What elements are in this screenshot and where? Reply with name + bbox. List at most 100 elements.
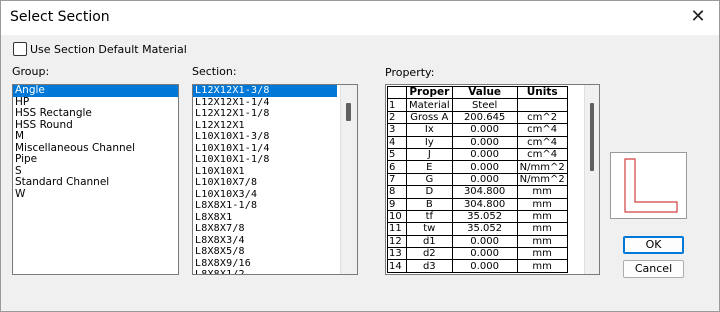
- row-number-cell: 9: [387, 197, 407, 211]
- table-cell: 0.000: [451, 147, 518, 162]
- table-row[interactable]: 11 tw 35.052 mm: [387, 222, 568, 236]
- corner-cell: [387, 85, 407, 100]
- section-list-item[interactable]: L8X8X7/8: [193, 223, 357, 235]
- checkbox-box[interactable]: [13, 42, 27, 56]
- section-list-item[interactable]: L8X8X9/16: [193, 258, 357, 270]
- section-list-item[interactable]: L8X8X1-1/8: [193, 200, 357, 212]
- table-row[interactable]: 5 J 0.000 cm^4: [387, 147, 568, 162]
- section-list-item[interactable]: L10X10X3/4: [193, 189, 357, 201]
- table-cell: tw: [406, 222, 453, 236]
- table-cell: 0.000: [451, 172, 518, 187]
- section-list-item[interactable]: L12X12X1-3/8: [193, 85, 337, 97]
- group-list-item[interactable]: HSS Rectangle: [13, 107, 178, 120]
- column-header: Units: [516, 85, 568, 100]
- section-listbox[interactable]: L12X12X1-3/8 L12X12X1-1/4 L12X12X1-1/8 L12X…: [192, 84, 358, 275]
- group-list-item[interactable]: M: [13, 130, 178, 143]
- section-list-item[interactable]: L10X10X1-1/4: [193, 143, 357, 155]
- group-list-item[interactable]: Pipe: [13, 153, 178, 166]
- table-cell: 0.000: [451, 259, 518, 273]
- table-header-row: Proper Value Units: [387, 85, 568, 100]
- column-header: Value: [451, 85, 518, 100]
- table-cell: N/mm^2: [516, 172, 568, 187]
- table-cell: 304.800: [451, 197, 518, 211]
- title-bar: Select Section ✕: [1, 1, 719, 35]
- group-list-item[interactable]: W: [13, 188, 178, 201]
- table-cell: 0.000: [451, 123, 518, 137]
- table-cell: 0.000: [451, 247, 518, 261]
- section-list-item[interactable]: L8X8X5/8: [193, 246, 357, 258]
- table-row[interactable]: 7 G 0.000 N/mm^2: [387, 172, 568, 187]
- group-list-item[interactable]: Standard Channel: [13, 176, 178, 189]
- table-row[interactable]: 14 d3 0.000 mm: [387, 259, 568, 273]
- table-cell: Material: [406, 98, 453, 112]
- group-listbox[interactable]: Angle HP HSS Rectangle HSS Round M Miscellane…: [12, 84, 179, 275]
- table-row[interactable]: 4 Iy 0.000 cm^4: [387, 135, 568, 149]
- section-scroll-thumb[interactable]: [346, 103, 351, 121]
- table-row[interactable]: 3 Ix 0.000 cm^4: [387, 123, 568, 137]
- table-cell: 35.052: [451, 222, 518, 236]
- section-label: Section:: [192, 65, 237, 78]
- section-list-item[interactable]: L10X10X1: [193, 166, 357, 178]
- table-row[interactable]: 6 E 0.000 N/mm^2: [387, 160, 568, 174]
- table-row[interactable]: 2 Gross A 200.645 cm^2: [387, 110, 568, 125]
- table-cell: d1: [406, 234, 453, 249]
- group-label: Group:: [12, 65, 50, 78]
- section-list-item[interactable]: L8X8X1/2: [193, 269, 357, 274]
- table-cell: cm^4: [516, 147, 568, 162]
- default-material-label: Use Section Default Material: [30, 42, 187, 56]
- table-row[interactable]: 10 tf 35.052 mm: [387, 209, 568, 224]
- row-number-cell: 6: [387, 160, 407, 174]
- table-cell: cm^2: [516, 110, 568, 125]
- column-header: Proper: [406, 85, 453, 100]
- section-list-item[interactable]: L8X8X3/4: [193, 235, 357, 247]
- select-section-dialog: Select Section ✕ Use Section Default Mat…: [0, 0, 720, 312]
- table-cell: mm: [516, 197, 568, 211]
- table-row[interactable]: 13 d2 0.000 mm: [387, 247, 568, 261]
- section-list-item[interactable]: L8X8X1: [193, 212, 357, 224]
- table-row[interactable]: 9 B 304.800 mm: [387, 197, 568, 211]
- section-list-item[interactable]: L10X10X1-1/8: [193, 154, 357, 166]
- cancel-button[interactable]: Cancel: [623, 260, 684, 278]
- table-cell: 0.000: [451, 234, 518, 249]
- table-cell: cm^4: [516, 123, 568, 137]
- table-cell: G: [406, 172, 453, 187]
- table-row[interactable]: 1 Material Steel: [387, 98, 568, 112]
- group-list-item[interactable]: HSS Round: [13, 119, 178, 132]
- table-row[interactable]: 8 D 304.800 mm: [387, 185, 568, 199]
- section-list-item[interactable]: L10X10X7/8: [193, 177, 357, 189]
- row-number-cell: 11: [387, 222, 407, 236]
- group-list-item[interactable]: Angle: [13, 85, 178, 97]
- section-list-item[interactable]: L12X12X1-1/4: [193, 97, 357, 109]
- property-scroll-thumb[interactable]: [590, 103, 594, 171]
- property-grid[interactable]: Proper Value Units 1 Material Steel 2 Gross A 20…: [385, 84, 600, 275]
- property-label: Property:: [385, 66, 435, 79]
- row-number-cell: 12: [387, 234, 407, 249]
- section-list-item[interactable]: L12X12X1: [193, 120, 357, 132]
- table-cell: mm: [516, 247, 568, 261]
- property-scrollbar[interactable]: [584, 85, 599, 274]
- row-number-cell: 2: [387, 110, 407, 125]
- dialog-title: Select Section: [10, 9, 110, 25]
- table-cell: Iy: [406, 135, 453, 149]
- section-list-item[interactable]: L12X12X1-1/8: [193, 108, 357, 120]
- row-number-cell: 5: [387, 147, 407, 162]
- table-cell: N/mm^2: [516, 160, 568, 174]
- table-cell: 304.800: [451, 185, 518, 199]
- group-list-item[interactable]: Miscellaneous Channel: [13, 142, 178, 155]
- ok-button[interactable]: OK: [623, 236, 684, 254]
- table-cell: 0.000: [451, 135, 518, 149]
- table-cell: B: [406, 197, 453, 211]
- row-number-cell: 4: [387, 135, 407, 149]
- table-cell: Gross A: [406, 110, 453, 125]
- table-cell: d3: [406, 259, 453, 273]
- close-icon[interactable]: ✕: [687, 6, 709, 28]
- table-row[interactable]: 12 d1 0.000 mm: [387, 234, 568, 249]
- table-cell: d2: [406, 247, 453, 261]
- section-scrollbar[interactable]: [340, 85, 357, 274]
- section-list-item[interactable]: L10X10X1-3/8: [193, 131, 357, 143]
- row-number-cell: 7: [387, 172, 407, 187]
- table-cell: mm: [516, 234, 568, 249]
- default-material-checkbox[interactable]: Use Section Default Material: [13, 42, 187, 56]
- table-cell: mm: [516, 185, 568, 199]
- table-cell: 0.000: [451, 160, 518, 174]
